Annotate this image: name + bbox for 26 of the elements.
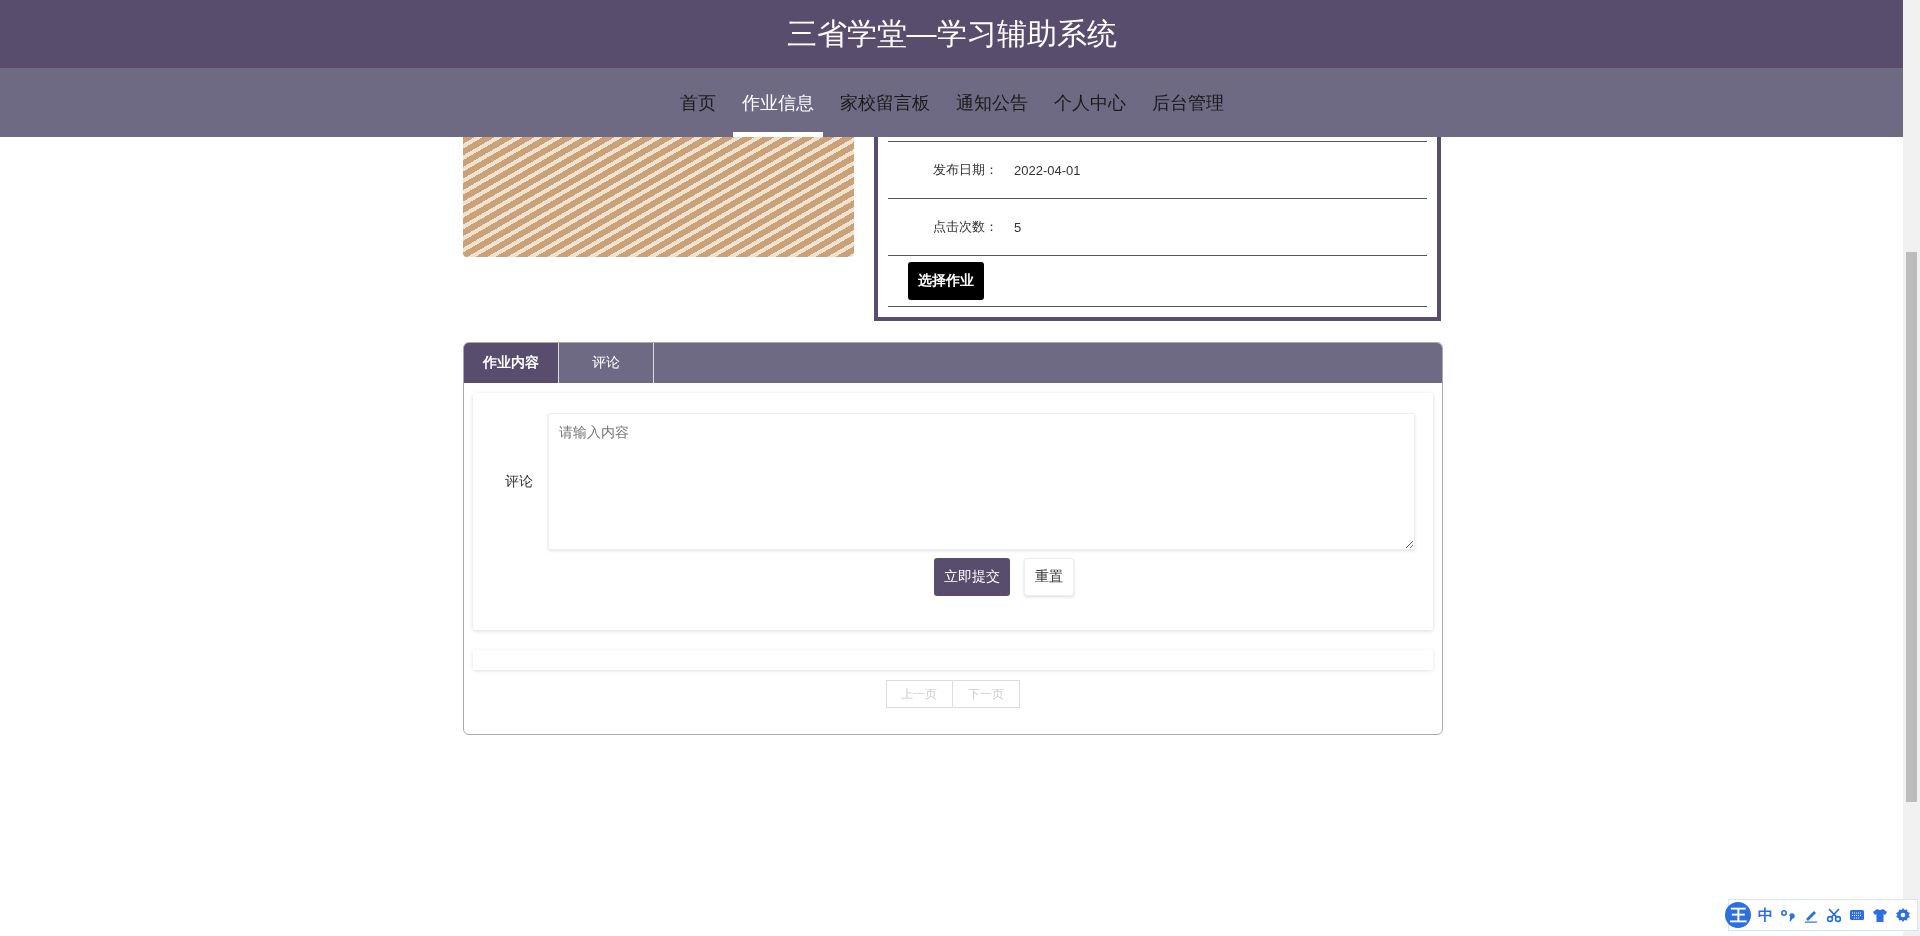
- submit-button[interactable]: 立即提交: [933, 558, 1010, 596]
- tab[interactable]: 评论: [558, 343, 654, 383]
- nav-link[interactable]: 家校留言板: [830, 68, 939, 137]
- ime-logo[interactable]: 王: [1725, 902, 1751, 928]
- nav-link[interactable]: 首页: [670, 68, 725, 137]
- field-label: 发布日期：: [932, 161, 1000, 179]
- tab[interactable]: 作业内容: [463, 343, 559, 383]
- shirt-icon[interactable]: [1872, 907, 1888, 923]
- settings-icon[interactable]: [1895, 907, 1911, 923]
- scrollbar[interactable]: [1903, 0, 1920, 936]
- scrollbar-thumb[interactable]: [1906, 252, 1917, 802]
- select-homework-button[interactable]: 选择作业: [908, 262, 985, 300]
- field-value: 2022-04-01: [1014, 162, 1081, 178]
- field-value: 5: [1014, 219, 1022, 235]
- comment-label: 评论: [503, 472, 534, 491]
- nav-link[interactable]: 后台管理: [1142, 68, 1233, 137]
- reset-button[interactable]: 重置: [1023, 558, 1074, 596]
- punctuation-icon[interactable]: [1780, 907, 1796, 923]
- ime-mode-toggle[interactable]: 中: [1758, 905, 1773, 925]
- site-title: 三省学堂—学习辅助系统: [786, 15, 1117, 52]
- nav-link[interactable]: 通知公告: [946, 68, 1037, 137]
- keyboard-icon[interactable]: [1849, 907, 1865, 923]
- nav-link[interactable]: 个人中心: [1044, 68, 1135, 137]
- comment-input-field[interactable]: 请输入内容: [547, 413, 1415, 550]
- field-label: 点击次数：: [932, 218, 1000, 236]
- scissors-icon[interactable]: [1826, 907, 1842, 923]
